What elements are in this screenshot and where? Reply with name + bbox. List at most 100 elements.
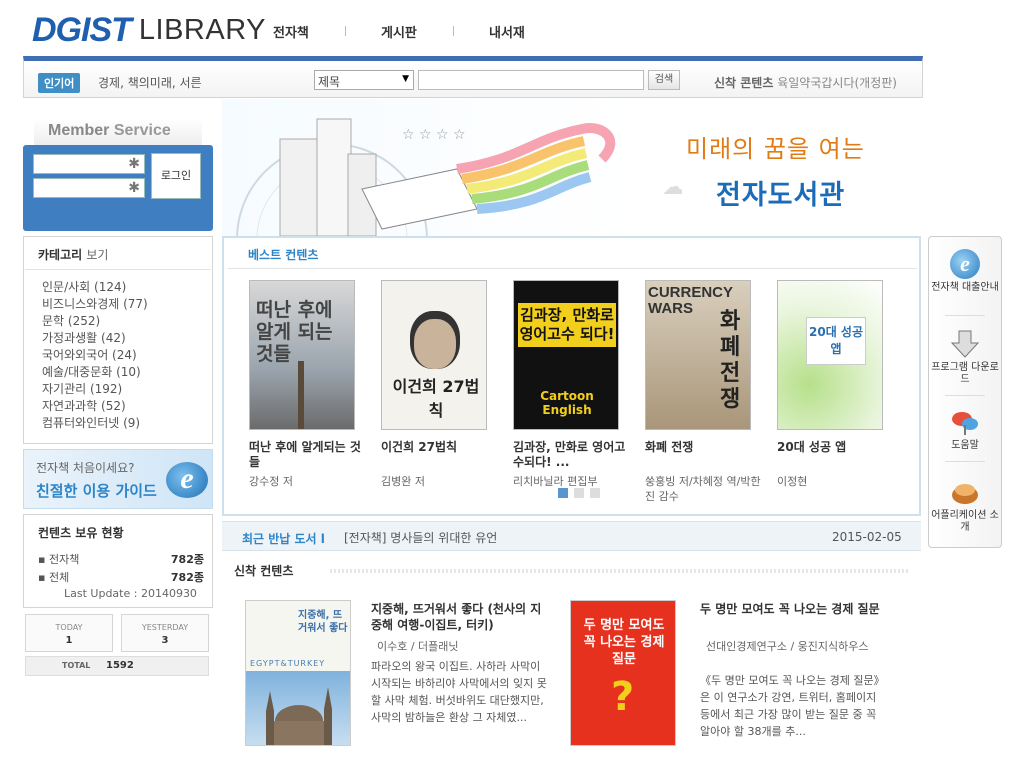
new-book-desc: 파라오의 왕국 이집트. 사하라 사막이 시작되는 바하리야 사막에서의 잊지 … bbox=[371, 660, 547, 724]
recent-return-date: 2015-02-05 bbox=[832, 530, 902, 544]
search-input[interactable] bbox=[418, 70, 644, 90]
pager-dot[interactable] bbox=[574, 488, 584, 498]
cover-title: 김과장, 만화로 영어고수 되다! bbox=[518, 303, 616, 347]
new-content-title: 육일약국갑시다(개정판) bbox=[777, 76, 897, 90]
search-field-select[interactable]: 제목 ▼ bbox=[314, 70, 414, 90]
book-title[interactable]: 화폐 전쟁 bbox=[645, 440, 763, 472]
category-item[interactable]: 문학 (252) bbox=[42, 313, 148, 330]
new-content-title: 신착 컨텐츠 bbox=[234, 564, 294, 578]
book-title[interactable]: 이건희 27법칙 bbox=[381, 440, 499, 472]
stat-total-value: 1592 bbox=[106, 660, 134, 671]
ie-icon: e bbox=[166, 462, 208, 498]
holdings-value: 782종 bbox=[170, 571, 204, 584]
cover-title: 20대 성공앱 bbox=[809, 325, 863, 356]
quick-item-help[interactable]: 도움말 bbox=[929, 407, 1001, 452]
best-item[interactable]: 떠난 후에 알게 되는 것들 떠난 후에 알게되는 것들 강수정 저 bbox=[249, 280, 367, 489]
book-cover[interactable]: CURRENCY WARS 화폐전쟁 bbox=[645, 280, 751, 430]
last-update: Last Update : 20140930 bbox=[64, 587, 197, 600]
search-bar: 인기어 경제, 책의미래, 서른 제목 ▼ 검색 신착 콘텐츠 육일약국갑시다(… bbox=[23, 56, 923, 98]
cover-title: 두 명만 모여도 꼭 나오는 경제 질문 bbox=[583, 618, 665, 667]
password-field[interactable]: ✱ bbox=[33, 178, 145, 198]
book-title[interactable]: 김과장, 만화로 영어고수되다! ... bbox=[513, 440, 631, 472]
svg-text:☁: ☁ bbox=[662, 175, 682, 200]
category-panel: 카테고리 보기 인문/사회 (124) 비즈니스와경제 (77) 문학 (252… bbox=[23, 236, 213, 444]
cover-title: 이건희 27법칙 bbox=[392, 377, 480, 420]
nav-ebook[interactable]: 전자책 bbox=[273, 22, 309, 41]
member-title-a: Member bbox=[48, 122, 110, 139]
app-icon bbox=[950, 477, 980, 507]
stat-today: TODAY 1 bbox=[25, 614, 113, 652]
quick-item-download[interactable]: 프로그램 다운로드 bbox=[929, 329, 1001, 386]
book-cover[interactable]: 두 명만 모여도 꼭 나오는 경제 질문 ? bbox=[570, 600, 676, 746]
site-logo[interactable]: DGIST LIBRARY bbox=[32, 10, 266, 50]
quick-item-app[interactable]: 어플리케이션 소개 bbox=[929, 477, 1001, 534]
quick-item-label: 전자책 대출안내 bbox=[931, 282, 999, 293]
stat-today-label: TODAY bbox=[55, 623, 83, 632]
pager-dot[interactable] bbox=[558, 488, 568, 498]
banner-illustration: ☆ ☆ ☆ ☆ ☁ bbox=[236, 118, 682, 236]
category-item[interactable]: 국어와외국어 (24) bbox=[42, 347, 148, 364]
cover-subtitle: Cartoon English bbox=[540, 389, 594, 417]
required-icon: ✱ bbox=[128, 180, 140, 196]
category-item[interactable]: 비즈니스와경제 (77) bbox=[42, 296, 148, 313]
book-cover[interactable]: 김과장, 만화로 영어고수 되다! Cartoon English bbox=[513, 280, 619, 430]
new-book-title[interactable]: 두 명만 모여도 꼭 나오는 경제 질문 bbox=[700, 601, 880, 617]
guide-line2: 친절한 이용 가이드 bbox=[36, 482, 157, 500]
best-item[interactable]: 김과장, 만화로 영어고수 되다! Cartoon English 김과장, 만… bbox=[513, 280, 631, 489]
holdings-row: ▪ 전체 782종 bbox=[38, 569, 204, 585]
dropdown-arrow-icon: ▼ bbox=[402, 74, 409, 84]
guide-line1: 전자책 처음이세요? bbox=[36, 461, 135, 475]
carousel-pager bbox=[558, 488, 600, 498]
book-cover[interactable]: 지중해, 뜨거워서 좋다 EGYPT&TURKEY bbox=[245, 600, 351, 746]
nav-divider bbox=[345, 26, 346, 36]
download-arrow-icon bbox=[950, 329, 980, 359]
member-service-title: Member Service bbox=[34, 119, 202, 145]
best-item[interactable]: CURRENCY WARS 화폐전쟁 화폐 전쟁 쑹훙빙 저/차혜정 역/박한진… bbox=[645, 280, 763, 504]
new-content-ticker[interactable]: 신착 콘텐츠 육일약국갑시다(개정판) bbox=[714, 74, 897, 91]
cover-title: 지중해, 뜨거워서 좋다 bbox=[298, 610, 348, 634]
quick-item-loan-guide[interactable]: e 전자책 대출안내 bbox=[929, 249, 1001, 294]
main-banner: ☆ ☆ ☆ ☆ ☁ 미래의 꿈을 여는 전자도서관 bbox=[222, 99, 922, 236]
book-cover[interactable]: 이건희 27법칙 bbox=[381, 280, 487, 430]
holdings-label: 전자책 bbox=[48, 553, 80, 566]
book-title[interactable]: 떠난 후에 알게되는 것들 bbox=[249, 440, 367, 472]
category-title: 카테고리 보기 bbox=[38, 246, 108, 263]
nav-mylibrary[interactable]: 내서재 bbox=[489, 22, 525, 41]
user-id-field[interactable]: ✱ bbox=[33, 154, 145, 174]
category-item[interactable]: 자기관리 (192) bbox=[42, 381, 148, 398]
category-item[interactable]: 인문/사회 (124) bbox=[42, 279, 148, 296]
book-cover[interactable]: 20대 성공앱 bbox=[777, 280, 883, 430]
logo-mark: DGIST bbox=[32, 10, 132, 49]
recent-return-bar: 최근 반납 도서 l [전자책] 명사들의 위대한 유언 2015-02-05 bbox=[222, 521, 921, 551]
recent-return-title[interactable]: [전자책] 명사들의 위대한 유언 bbox=[344, 529, 497, 546]
book-cover[interactable]: 떠난 후에 알게 되는 것들 bbox=[249, 280, 355, 430]
best-content-panel: 베스트 컨텐츠 떠난 후에 알게 되는 것들 떠난 후에 알게되는 것들 강수정… bbox=[222, 236, 921, 516]
category-item[interactable]: 가정과생활 (42) bbox=[42, 330, 148, 347]
quick-item-label: 프로그램 다운로드 bbox=[931, 362, 999, 385]
book-title[interactable]: 20대 성공 앱 bbox=[777, 440, 895, 472]
cover-title: 화폐전쟁 bbox=[720, 309, 741, 412]
nav-board[interactable]: 게시판 bbox=[381, 22, 417, 41]
category-list: 인문/사회 (124) 비즈니스와경제 (77) 문학 (252) 가정과생활 … bbox=[42, 279, 148, 432]
search-field-selected: 제목 bbox=[318, 75, 341, 89]
best-item[interactable]: 20대 성공앱 20대 성공 앱 이정현 bbox=[777, 280, 895, 489]
category-title-main: 카테고리 bbox=[38, 248, 83, 262]
category-item[interactable]: 자연과과학 (52) bbox=[42, 398, 148, 415]
new-book-title[interactable]: 지중해, 뜨거워서 좋다 (천사의 지중해 여행-이집트, 터키) bbox=[371, 601, 551, 633]
best-item[interactable]: 이건희 27법칙 이건희 27법칙 김병완 저 bbox=[381, 280, 499, 489]
quick-menu: e 전자책 대출안내 프로그램 다운로드 도움말 어플리케이션 소개 bbox=[928, 236, 1002, 548]
book-author: 쑹훙빙 저/차혜정 역/박한진 감수 bbox=[645, 475, 761, 503]
stat-yesterday-label: YESTERDAY bbox=[141, 623, 189, 632]
popular-keywords[interactable]: 경제, 책의미래, 서른 bbox=[98, 74, 202, 91]
stat-today-value: 1 bbox=[65, 635, 73, 646]
banner-title: 전자도서관 bbox=[716, 180, 846, 211]
category-item[interactable]: 예술/대중문화 (10) bbox=[42, 364, 148, 381]
search-button[interactable]: 검색 bbox=[648, 70, 680, 90]
holdings-row: ▪ 전자책 782종 bbox=[38, 551, 204, 567]
login-button[interactable]: 로그인 bbox=[151, 153, 201, 199]
divider bbox=[945, 315, 985, 316]
category-item[interactable]: 컴퓨터와인터넷 (9) bbox=[42, 415, 148, 432]
user-guide-banner[interactable]: 전자책 처음이세요? 친절한 이용 가이드 e bbox=[23, 449, 213, 509]
new-book-desc: 《두 명만 모여도 꼭 나오는 경제 질문》은 이 연구소가 강연, 트위터, … bbox=[700, 674, 880, 738]
pager-dot[interactable] bbox=[590, 488, 600, 498]
